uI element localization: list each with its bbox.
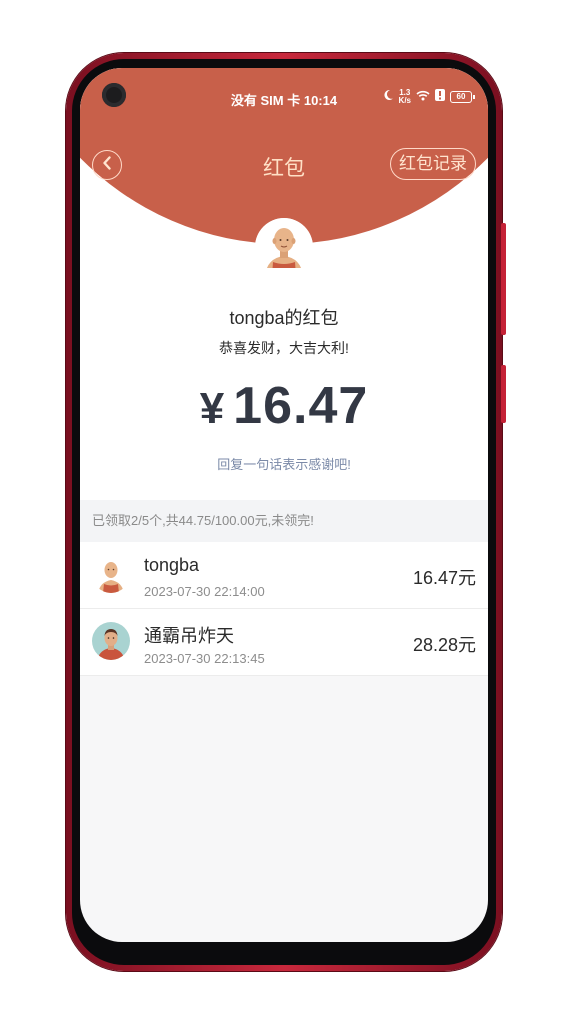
red-packet-info: tongba的红包 恭喜发财，大吉大利! ¥16.47 回复一句话表示感谢吧! [80,268,488,500]
volume-button [501,223,506,335]
network-speed: 1.3 K/s [399,89,411,105]
network-speed-unit: K/s [398,96,411,105]
receiver-name: 通霸吊炸天 [144,626,234,646]
claim-summary: 已领取2/5个,共44.75/100.00元,未领完! [80,500,488,542]
wifi-icon [416,88,430,106]
amount-value: 16.47 [233,377,369,435]
red-packet-record-button[interactable]: 红包记录 [390,148,476,180]
receive-amount: 16.47元 [412,568,476,588]
battery-icon: 60 [450,91,475,103]
app-screen: 没有 SIM 卡 10:14 1.3 K/s 60 红包 红包记录 tongba… [80,68,488,942]
receive-time: 2023-07-30 22:14:00 [144,584,265,599]
receiver-name: tongba [144,555,200,575]
list-item[interactable]: 通霸吊炸天 2023-07-30 22:13:45 28.28元 [80,609,488,676]
avatar [92,622,130,660]
receive-amount: 28.28元 [412,635,476,655]
sender-name: tongba的红包 [229,308,339,328]
list-item[interactable]: tongba 2023-07-30 22:14:00 16.47元 [80,542,488,609]
status-icons: 1.3 K/s 60 [382,88,475,106]
received-amount: ¥16.47 [80,376,488,436]
greeting-message: 恭喜发财，大吉大利! [219,340,349,356]
power-button [501,365,506,423]
header: 没有 SIM 卡 10:14 1.3 K/s 60 红包 红包记录 [80,68,488,276]
avatar [92,555,130,593]
receive-time: 2023-07-30 22:13:45 [144,651,265,666]
receiver-list: tongba 2023-07-30 22:14:00 16.47元 通霸吊炸天 … [80,542,488,676]
reply-thanks-link[interactable]: 回复一句话表示感谢吧! [80,454,488,473]
moon-icon [382,88,394,106]
alert-icon [435,88,445,106]
currency-symbol: ¥ [199,384,226,433]
